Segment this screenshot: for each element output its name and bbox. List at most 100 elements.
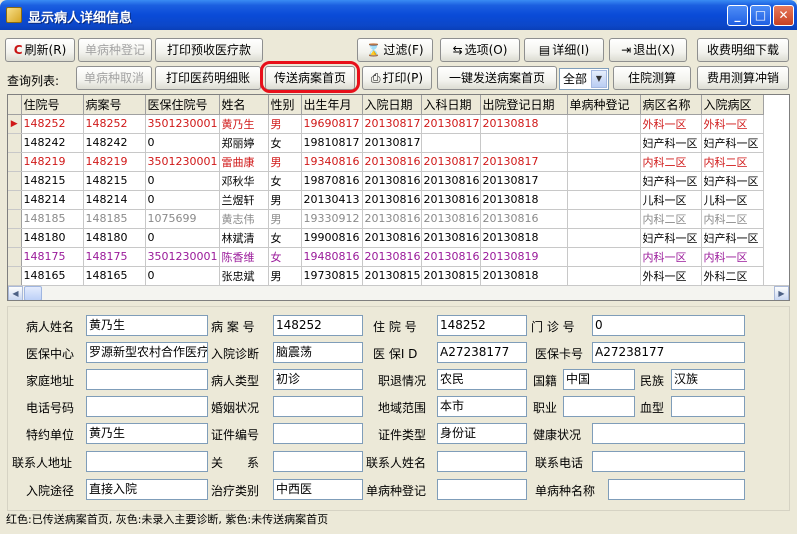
one-click-send-button[interactable]: 一键发送病案首页: [437, 66, 557, 90]
occupation-field[interactable]: [563, 396, 635, 417]
patient-name-field[interactable]: 黄乃生: [86, 315, 208, 336]
single-reg-field[interactable]: [437, 479, 527, 500]
contact-addr-field[interactable]: [86, 451, 208, 472]
detail-button[interactable]: ▤ 详细(I): [524, 38, 604, 62]
table-row[interactable]: 148215 148215 0 邓秋华女 19870816 20130816 2013081…: [8, 171, 764, 191]
scroll-thumb[interactable]: [24, 286, 42, 300]
phone-field[interactable]: [86, 396, 208, 417]
scroll-right-button[interactable]: ▶: [774, 286, 789, 300]
marital-field[interactable]: [273, 396, 363, 417]
insurance-center-field[interactable]: 罗源新型农村合作医疗: [86, 342, 208, 363]
home-addr-field[interactable]: [86, 369, 208, 390]
print-button[interactable]: ⎙ 打印(P): [362, 66, 432, 90]
contact-addr-label: 联系人地址: [12, 456, 73, 470]
row-indicator[interactable]: [8, 171, 22, 191]
scroll-left-button[interactable]: ◀: [8, 286, 23, 300]
table-cell: 20130816: [421, 171, 481, 191]
column-header[interactable]: 入科日期: [421, 95, 481, 115]
patient-type-field[interactable]: 初诊: [273, 369, 363, 390]
filter-button[interactable]: ⌛ 过滤(F): [357, 38, 433, 62]
column-header[interactable]: 单病种登记: [567, 95, 641, 115]
insurance-card-field[interactable]: A27238177: [592, 342, 745, 363]
single-disease-register-button[interactable]: 单病种登记: [78, 38, 152, 62]
insurance-id-field[interactable]: A27238177: [437, 342, 527, 363]
admit-route-field[interactable]: 直接入院: [86, 479, 208, 500]
table-row[interactable]: 148214 148214 0 兰煜轩男 20130413 20130816 2013081…: [8, 190, 764, 210]
table-cell: 雷曲康: [219, 152, 269, 172]
row-indicator[interactable]: [8, 209, 22, 229]
fee-calc-offset-button[interactable]: 费用测算冲销: [697, 66, 789, 90]
column-header[interactable]: 入院日期: [362, 95, 422, 115]
current-row-pointer-icon[interactable]: ▶: [8, 114, 22, 134]
table-row[interactable]: ▶ 148252 148252 3501230001 黄乃生男 19690817 20130…: [8, 114, 764, 134]
column-header[interactable]: 出生年月: [301, 95, 363, 115]
table-cell: 内科二区: [640, 152, 702, 172]
fee-detail-download-button[interactable]: 收费明细下载: [697, 38, 789, 62]
table-row[interactable]: 148165 148165 0 张忠斌男 19730815 20130815 2013081…: [8, 266, 764, 286]
table-cell: 20130817: [362, 114, 422, 134]
table-cell: 148252: [83, 114, 146, 134]
case-no-field[interactable]: 148252: [273, 315, 363, 336]
row-indicator[interactable]: [8, 152, 22, 172]
health-field[interactable]: [592, 423, 745, 444]
maximize-button[interactable]: □: [750, 5, 771, 26]
table-row[interactable]: 148180 148180 0 林斌清女 19900816 20130816 2013081…: [8, 228, 764, 248]
horizontal-scrollbar[interactable]: ◀ ▶: [8, 285, 789, 300]
table-cell: [567, 266, 641, 286]
minimize-button[interactable]: _: [727, 5, 748, 26]
table-cell: 妇产科一区: [701, 133, 764, 153]
table-cell: 19690817: [301, 114, 363, 134]
table-row[interactable]: 148185 148185 1075699 黄志伟男 19330912 20130816 2…: [8, 209, 764, 229]
job-status-field[interactable]: 农民: [437, 369, 527, 390]
chevron-down-icon[interactable]: ▼: [591, 70, 607, 88]
nationality-field[interactable]: 中国: [563, 369, 635, 390]
close-button[interactable]: ✕: [773, 5, 794, 26]
table-row[interactable]: 148219 148219 3501230001 雷曲康男 19340816 201308…: [8, 152, 764, 172]
treat-type-field[interactable]: 中西医: [273, 479, 363, 500]
row-indicator[interactable]: [8, 266, 22, 286]
contact-name-field[interactable]: [437, 451, 527, 472]
print-drug-detail-button[interactable]: 打印医药明细账: [155, 66, 261, 90]
table-cell: 148215: [83, 171, 146, 191]
table-cell: 20130817: [480, 152, 568, 172]
region-field[interactable]: 本市: [437, 396, 527, 417]
contract-unit-field[interactable]: 黄乃生: [86, 423, 208, 444]
column-header[interactable]: 姓名: [219, 95, 269, 115]
patient-table: 住院号 病案号 医保住院号 姓名 性别 出生年月 入院日期 入科日期 出院登记日期 单病种登记 病区…: [8, 95, 764, 286]
table-row[interactable]: 148242 148242 0 郑丽婷女 19810817 20130817 妇产科一区 妇产…: [8, 133, 764, 153]
blood-field[interactable]: [671, 396, 745, 417]
exit-button[interactable]: ⇥ 退出(X): [609, 38, 687, 62]
single-disease-cancel-button[interactable]: 单病种取消: [76, 66, 152, 90]
relation-field[interactable]: [273, 451, 363, 472]
column-header[interactable]: 病区名称: [640, 95, 702, 115]
options-button[interactable]: ⇆ 选项(O): [440, 38, 520, 62]
table-cell: 20130818: [480, 190, 568, 210]
outpatient-no-field[interactable]: 0: [592, 315, 745, 336]
table-cell: 20130817: [480, 171, 568, 191]
print-prepay-button[interactable]: 打印预收医疗款: [155, 38, 263, 62]
ethnicity-field[interactable]: 汉族: [671, 369, 745, 390]
column-header[interactable]: 入院病区: [701, 95, 764, 115]
patient-grid[interactable]: 住院号 病案号 医保住院号 姓名 性别 出生年月 入院日期 入科日期 出院登记日期 单病种登记 病区…: [7, 94, 790, 301]
column-header[interactable]: 医保住院号: [145, 95, 220, 115]
row-indicator[interactable]: [8, 247, 22, 267]
single-name-field[interactable]: [608, 479, 745, 500]
table-cell: 20130816: [421, 209, 481, 229]
column-header[interactable]: 出院登记日期: [480, 95, 568, 115]
row-indicator[interactable]: [8, 228, 22, 248]
inpatient-no-field[interactable]: 148252: [437, 315, 527, 336]
column-header[interactable]: 性别: [268, 95, 302, 115]
inpatient-calc-button[interactable]: 住院测算: [613, 66, 691, 90]
scope-select[interactable]: 全部 ▼: [559, 68, 609, 90]
row-indicator[interactable]: [8, 190, 22, 210]
cert-type-field[interactable]: 身份证: [437, 423, 527, 444]
cert-no-field[interactable]: [273, 423, 363, 444]
contact-phone-field[interactable]: [592, 451, 745, 472]
refresh-button[interactable]: C 刷新(R): [5, 38, 75, 62]
title-bar[interactable]: 显示病人详细信息 _ □ ✕: [0, 0, 797, 30]
admit-diag-field[interactable]: 脑震荡: [273, 342, 363, 363]
table-row[interactable]: 148175 148175 3501230001 陈香维女 19480816 201308…: [8, 247, 764, 267]
column-header[interactable]: 病案号: [83, 95, 146, 115]
column-header[interactable]: 住院号: [21, 95, 84, 115]
row-indicator[interactable]: [8, 133, 22, 153]
